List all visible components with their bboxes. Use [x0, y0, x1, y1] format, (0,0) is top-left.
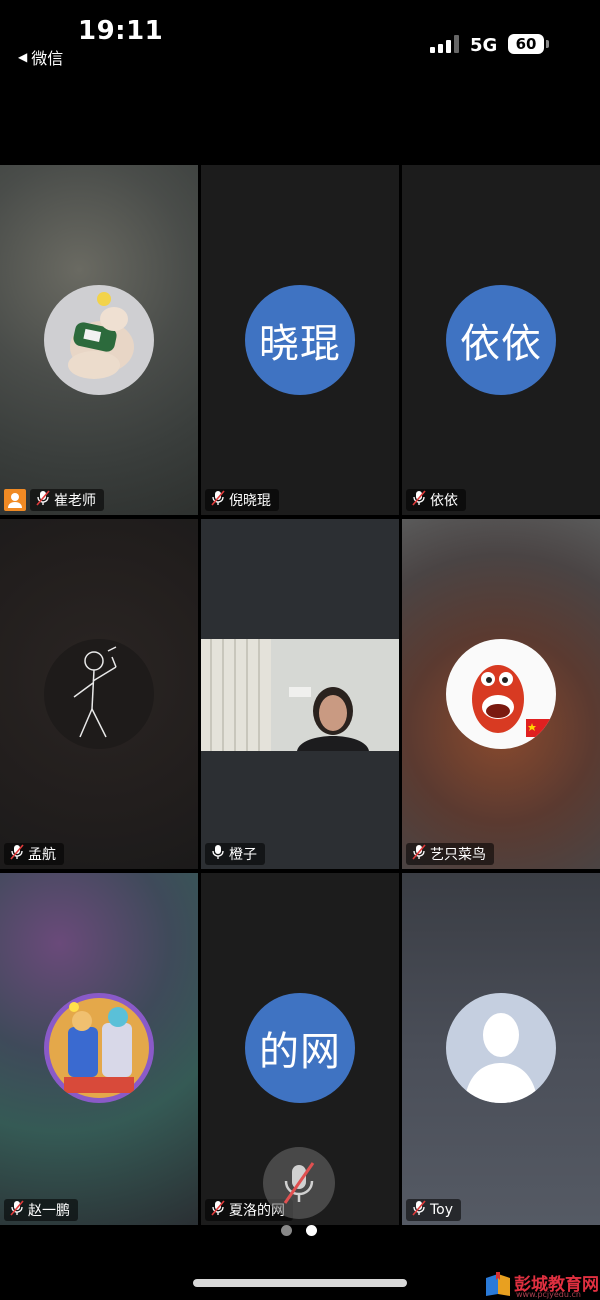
- watermark-logo: 彭城教育网 www.pcjyedu.cn: [484, 1268, 600, 1300]
- home-indicator[interactable]: [193, 1279, 407, 1287]
- signal-icon: [430, 35, 460, 53]
- text-avatar: 晓琨: [245, 285, 355, 395]
- cartoon-heroes-avatar: [44, 993, 154, 1103]
- battery-cap: [546, 40, 549, 48]
- participant-tile[interactable]: 晓琨 倪晓琨: [201, 165, 399, 515]
- participant-name: 艺只菜鸟: [430, 847, 486, 863]
- stick-figure-avatar: [44, 639, 154, 749]
- muted-mic-icon: [10, 1200, 24, 1220]
- participant-tile[interactable]: Toy: [402, 873, 600, 1225]
- muted-mic-icon: [412, 1200, 426, 1220]
- participant-name: 孟航: [28, 847, 56, 863]
- status-bar: 19:11 ◀ 微信 5G 60: [0, 0, 600, 80]
- muted-mic-icon: [36, 490, 50, 510]
- muted-mic-icon: [412, 844, 426, 864]
- participant-tile[interactable]: 依依 依依: [402, 165, 600, 515]
- participant-name-tag: 橙子: [205, 843, 265, 865]
- participant-name-tag: 依依: [406, 489, 466, 511]
- participant-name-tag: 赵一鹏: [4, 1199, 78, 1221]
- participant-name-tag: 崔老师: [30, 489, 104, 511]
- text-avatar: 依依: [446, 285, 556, 395]
- text-avatar: 的网: [245, 993, 355, 1103]
- back-to-wechat-link[interactable]: ◀ 微信: [18, 45, 63, 69]
- participant-name: 橙子: [229, 847, 257, 863]
- status-time: 19:11: [78, 16, 164, 46]
- participant-name-tag: Toy: [406, 1199, 462, 1221]
- participant-name: Toy: [430, 1202, 454, 1218]
- puppy-avatar: [44, 285, 154, 395]
- participant-tile[interactable]: 孟航: [0, 519, 198, 869]
- participant-name-tag: 倪晓琨: [205, 489, 279, 511]
- participant-tile[interactable]: 艺只菜鸟: [402, 519, 600, 869]
- mic-icon: [211, 844, 225, 864]
- battery-icon: 60: [508, 34, 544, 54]
- back-triangle-icon: ◀: [18, 50, 28, 64]
- participant-name: 崔老师: [54, 493, 96, 509]
- muted-mic-icon: [10, 844, 24, 864]
- participant-tile[interactable]: 赵一鹏: [0, 873, 198, 1225]
- camera-video-feed: [201, 639, 399, 751]
- book-logo-icon: [486, 1272, 510, 1296]
- back-label: 微信: [31, 49, 64, 68]
- participant-name-tag: 孟航: [4, 843, 64, 865]
- page-dot-active[interactable]: [306, 1225, 317, 1236]
- participant-tile[interactable]: 橙子: [201, 519, 399, 869]
- page-dot[interactable]: [281, 1225, 292, 1236]
- muted-mic-icon: [211, 490, 225, 510]
- mic-off-icon: [283, 1162, 315, 1204]
- host-badge-icon: [4, 489, 26, 511]
- participant-grid: 崔老师 晓琨 倪晓琨 依依 依依 孟航 橙子 艺只菜鸟 赵一鹏 的网 夏洛的网 …: [0, 165, 600, 1225]
- participant-tile[interactable]: 崔老师: [0, 165, 198, 515]
- participant-name: 赵一鹏: [28, 1203, 70, 1219]
- watermark-url: www.pcjyedu.cn: [516, 1290, 581, 1299]
- participant-name: 倪晓琨: [229, 493, 271, 509]
- page-indicator: [281, 1225, 317, 1236]
- network-type: 5G: [470, 35, 498, 56]
- muted-mic-icon: [412, 490, 426, 510]
- cartoon-worm-avatar: [446, 639, 556, 749]
- participant-name: 依依: [430, 493, 458, 509]
- participant-name-tag: 艺只菜鸟: [406, 843, 494, 865]
- muted-mic-icon: [211, 1200, 225, 1220]
- default-person-avatar: [446, 993, 556, 1103]
- mute-toggle-button[interactable]: [263, 1147, 335, 1219]
